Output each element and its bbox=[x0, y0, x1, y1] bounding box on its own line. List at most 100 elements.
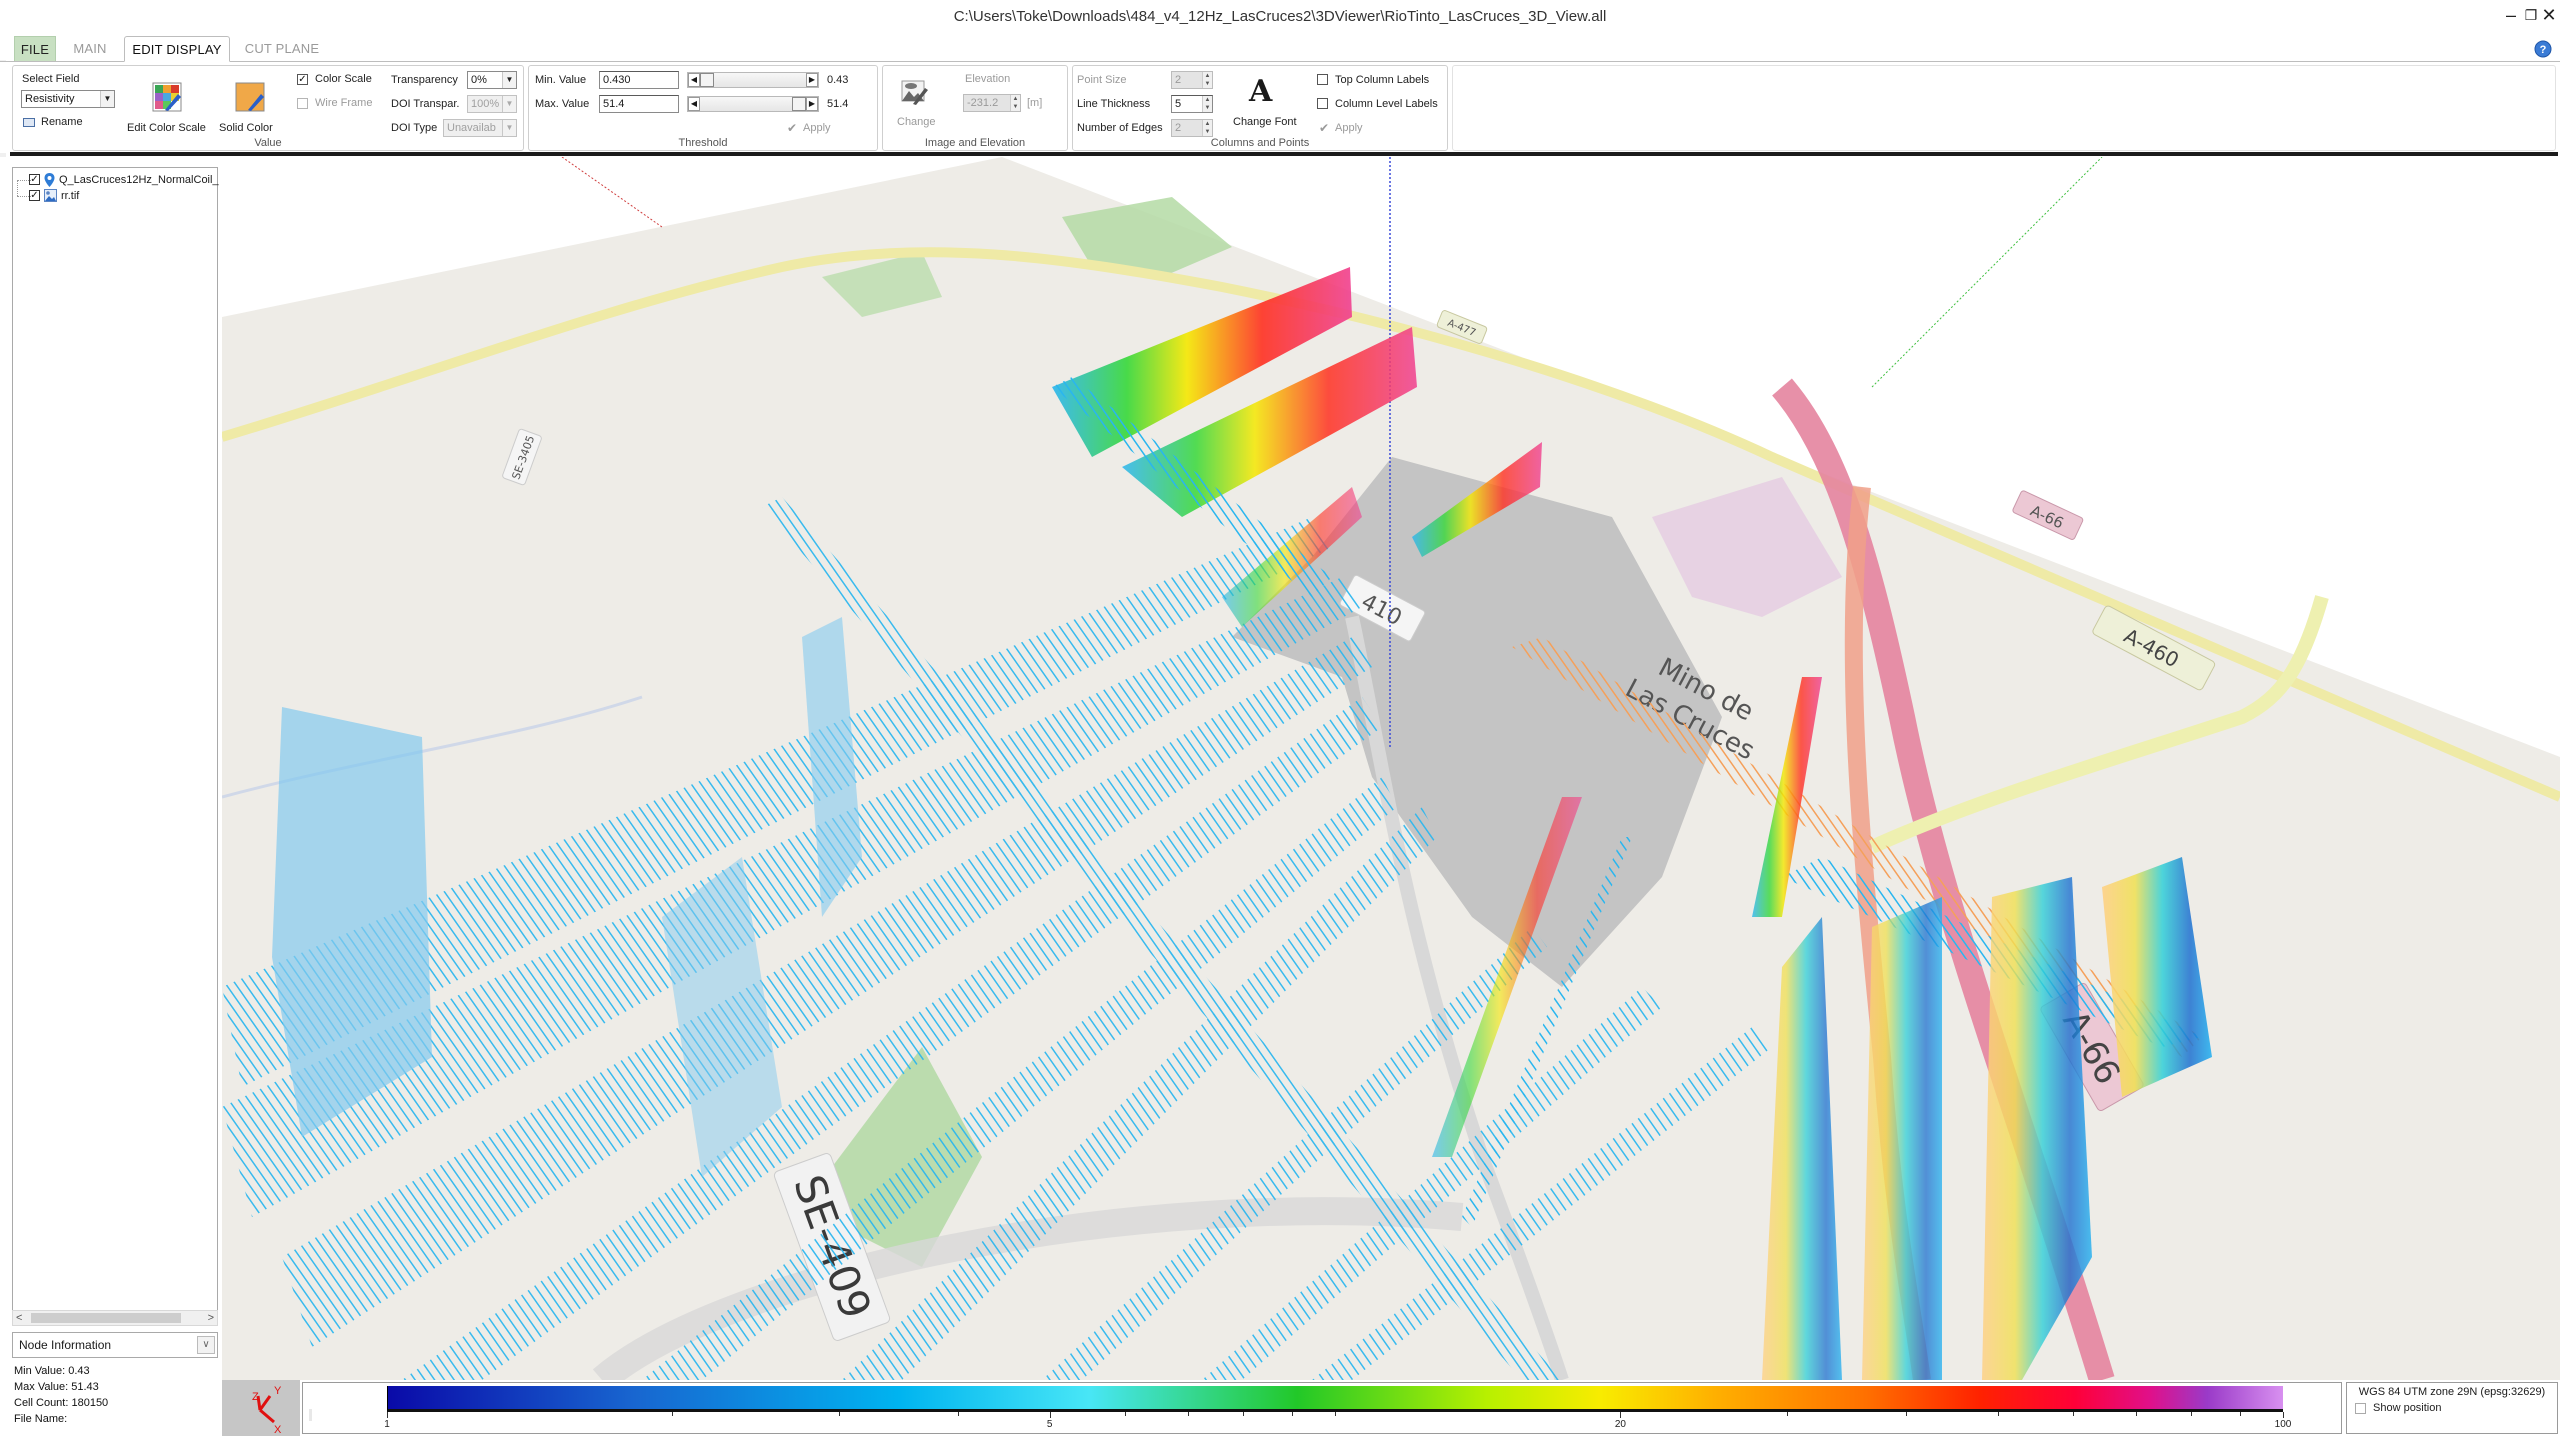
edit-color-scale-button[interactable]: Edit Color Scale bbox=[127, 78, 207, 138]
transparency-value: 0% bbox=[471, 74, 487, 86]
min-value-input[interactable]: 0.430 bbox=[599, 71, 679, 89]
tab-main[interactable]: MAIN bbox=[60, 36, 120, 62]
threshold-apply-label: Apply bbox=[803, 122, 831, 134]
point-size-value: 2 bbox=[1175, 74, 1182, 86]
axis-z-label: Z bbox=[252, 1391, 259, 1403]
elevation-label: Elevation bbox=[965, 73, 1011, 85]
number-of-edges-value: 2 bbox=[1175, 122, 1182, 134]
crs-label: WGS 84 UTM zone 29N (epsg:32629) bbox=[2358, 1386, 2546, 1398]
column-level-labels-label: Column Level Labels bbox=[1335, 98, 1438, 110]
line-thickness-input[interactable]: 5 ▲ ▼ bbox=[1171, 95, 1213, 113]
transparency-label: Transparency bbox=[391, 74, 458, 86]
colorbar-major-tick bbox=[1620, 1412, 1622, 1418]
top-column-labels-label: Top Column Labels bbox=[1335, 74, 1430, 86]
color-scale-checkbox[interactable]: ✓ bbox=[297, 74, 308, 85]
double-chevron-down-icon[interactable]: ∨ bbox=[197, 1336, 215, 1354]
tab-file[interactable]: FILE bbox=[14, 36, 56, 62]
max-value-label: Max. Value bbox=[535, 98, 590, 110]
spinner-icon[interactable]: ▲ ▼ bbox=[1010, 95, 1020, 111]
layer-tree[interactable]: ✓ Q_LasCruces12Hz_NormalCoil_ ✓ rr.tif bbox=[12, 167, 219, 1312]
tree-item[interactable]: ✓ rr.tif bbox=[13, 180, 213, 204]
scroll-left-icon[interactable]: < bbox=[16, 1311, 22, 1325]
tab-edit-display[interactable]: EDIT DISPLAY bbox=[124, 36, 230, 62]
slider-left-arrow-icon[interactable]: ◀ bbox=[688, 73, 700, 87]
tree-item-label: Q_LasCruces12Hz_NormalCoil_ bbox=[59, 174, 219, 186]
colorbar-minor-tick bbox=[2072, 1412, 2074, 1416]
top-column-labels-checkbox[interactable] bbox=[1317, 74, 1328, 85]
checkmark-icon: ✔ bbox=[1319, 121, 1330, 135]
colorbar-major-tick bbox=[2283, 1412, 2284, 1418]
rename-button[interactable]: Rename bbox=[23, 115, 103, 131]
columns-points-group-title: Columns and Points bbox=[1210, 137, 1310, 149]
3d-viewport[interactable]: Mino de Las Cruces A-66 798 A-460 410 SE… bbox=[222, 157, 2560, 1380]
colorbar-minor-tick bbox=[1787, 1412, 1789, 1416]
spinner-icon[interactable]: ▲ ▼ bbox=[1202, 120, 1212, 136]
wire-frame-checkbox[interactable] bbox=[297, 98, 308, 109]
solid-color-button[interactable]: Solid Color bbox=[217, 78, 277, 138]
legend-handle bbox=[309, 1409, 312, 1421]
scrollbar-thumb[interactable] bbox=[31, 1313, 181, 1323]
slider-right-arrow-icon[interactable]: ▶ bbox=[806, 97, 818, 111]
min-value-label: Min. Value bbox=[535, 74, 587, 86]
tab-cut-plane[interactable]: CUT PLANE bbox=[232, 36, 332, 62]
columns-apply-button[interactable]: ✔ Apply bbox=[1319, 121, 1375, 137]
number-of-edges-input[interactable]: 2 ▲ ▼ bbox=[1171, 119, 1213, 137]
3d-scene[interactable]: Mino de Las Cruces A-66 798 A-460 410 SE… bbox=[222, 157, 2560, 1380]
max-value-input[interactable]: 51.4 bbox=[599, 95, 679, 113]
resistivity-section bbox=[1862, 897, 1942, 1380]
line-thickness-label: Line Thickness bbox=[1077, 98, 1151, 110]
help-icon[interactable]: ? bbox=[2534, 40, 2552, 58]
minimize-icon[interactable]: – bbox=[2500, 4, 2522, 26]
colorbar-minor-tick bbox=[672, 1412, 674, 1416]
colorbar-minor-tick bbox=[1905, 1412, 1907, 1416]
colorbar-major-tick bbox=[1049, 1412, 1051, 1418]
change-font-button[interactable]: A Change Font bbox=[1231, 74, 1301, 136]
min-slider-thumb[interactable] bbox=[700, 73, 714, 87]
map-pin-icon bbox=[44, 173, 55, 187]
max-value-slider[interactable]: ◀ ▶ bbox=[687, 96, 819, 112]
solid-color-icon bbox=[235, 82, 265, 112]
columns-points-group: Point Size 2 ▲ ▼ Line Thickness 5 ▲ ▼ Numb… bbox=[1072, 65, 1448, 151]
doi-transparency-dropdown[interactable]: 100% ▼ bbox=[467, 95, 517, 113]
layer-checkbox[interactable]: ✓ bbox=[29, 174, 40, 185]
show-position-checkbox[interactable] bbox=[2355, 1403, 2366, 1414]
max-slider-thumb[interactable] bbox=[792, 97, 806, 111]
threshold-group-title: Threshold bbox=[678, 137, 728, 149]
edit-color-scale-label: Edit Color Scale bbox=[127, 122, 206, 134]
scroll-right-icon[interactable]: > bbox=[208, 1311, 214, 1325]
chevron-down-icon: ▼ bbox=[502, 120, 516, 136]
spinner-icon[interactable]: ▲ ▼ bbox=[1202, 72, 1212, 88]
select-field-dropdown[interactable]: Resistivity ▼ bbox=[21, 90, 115, 108]
threshold-apply-button[interactable]: ✔ Apply bbox=[787, 121, 843, 137]
y-axis-guide bbox=[1871, 157, 2103, 388]
doi-type-dropdown[interactable]: Unavailab ▼ bbox=[443, 119, 517, 137]
column-level-labels-checkbox[interactable] bbox=[1317, 98, 1328, 109]
colorbar-minor-tick bbox=[957, 1412, 959, 1416]
layer-checkbox[interactable]: ✓ bbox=[29, 190, 40, 201]
close-icon[interactable]: ✕ bbox=[2538, 4, 2560, 26]
slider-left-arrow-icon[interactable]: ◀ bbox=[688, 97, 700, 111]
colorbar-minor-tick bbox=[2239, 1412, 2241, 1416]
colorbar-minor-tick bbox=[1291, 1412, 1293, 1416]
wire-frame-label: Wire Frame bbox=[315, 97, 373, 109]
change-image-button[interactable]: Change bbox=[891, 76, 937, 132]
doi-type-label: DOI Type bbox=[391, 122, 438, 134]
chevron-down-icon: ▼ bbox=[502, 96, 516, 112]
colorbar-tick-label: 1 bbox=[384, 1419, 390, 1430]
axis-x-label: X bbox=[274, 1424, 282, 1436]
chevron-down-icon: ▼ bbox=[502, 72, 516, 88]
tree-horizontal-scrollbar[interactable]: < > bbox=[12, 1310, 218, 1326]
spinner-icon[interactable]: ▲ ▼ bbox=[1202, 96, 1212, 112]
elevation-input[interactable]: -231.2 ▲ ▼ bbox=[963, 94, 1021, 112]
value-group: Select Field Resistivity ▼ Rename Edit C… bbox=[12, 65, 524, 151]
transparency-dropdown[interactable]: 0% ▼ bbox=[467, 71, 517, 89]
slider-right-arrow-icon[interactable]: ▶ bbox=[806, 73, 818, 87]
min-value-slider[interactable]: ◀ ▶ bbox=[687, 72, 819, 88]
window-title: C:\Users\Toke\Downloads\484_v4_12Hz_LasC… bbox=[953, 8, 1607, 25]
colorbar-tick-label: 5 bbox=[1046, 1419, 1053, 1430]
node-information-dropdown[interactable]: Node Information ∨ bbox=[12, 1332, 218, 1358]
node-max-value: Max Value: 51.43 bbox=[14, 1381, 99, 1393]
solid-color-label: Solid Color bbox=[219, 122, 273, 134]
point-size-input[interactable]: 2 ▲ ▼ bbox=[1171, 71, 1213, 89]
tree-item[interactable]: ✓ Q_LasCruces12Hz_NormalCoil_ bbox=[13, 172, 219, 188]
